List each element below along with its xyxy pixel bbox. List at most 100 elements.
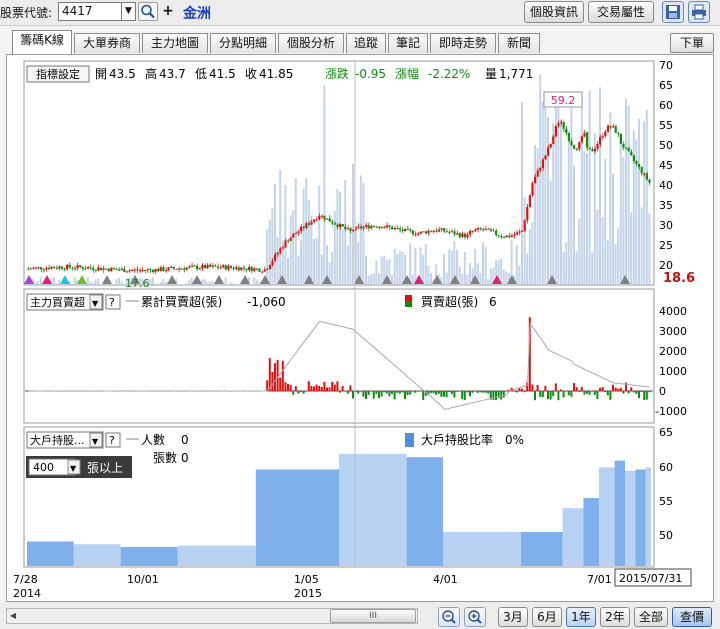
main-force-bar	[591, 391, 594, 392]
print-button[interactable]	[688, 1, 710, 23]
candle-body	[284, 240, 287, 248]
volume-bar	[71, 283, 74, 285]
candle-body	[482, 229, 485, 231]
tab-chip-kline[interactable]: 籌碼K線	[12, 30, 72, 54]
volume-bar	[151, 277, 154, 285]
main-force-bar	[632, 391, 635, 393]
candle-body	[289, 237, 292, 241]
volume-bar	[118, 277, 120, 285]
event-marker-icon	[214, 275, 224, 284]
candle-body	[567, 133, 570, 142]
main-force-bar	[645, 391, 648, 400]
range-2y-button[interactable]: 2年	[600, 607, 630, 627]
zoom-out-button[interactable]	[438, 607, 460, 627]
close-label: 收	[245, 67, 257, 81]
stock-name: 金洲	[183, 6, 211, 22]
stock-info-button[interactable]: 個股資訊	[524, 1, 584, 23]
candle-body	[560, 122, 563, 124]
volume-bar	[94, 279, 97, 285]
tab-big-brokers[interactable]: 大單券商	[74, 33, 140, 53]
tab-main-force-map[interactable]: 主力地圖	[142, 33, 208, 53]
volume-bar	[409, 243, 412, 285]
tab-realtime[interactable]: 即時走勢	[430, 33, 496, 53]
people-value: 0	[181, 433, 189, 447]
main-force-bar	[588, 391, 591, 395]
query-price-button[interactable]: 查價	[672, 607, 712, 627]
range-all-button[interactable]: 全部	[634, 607, 668, 627]
volume-bar	[55, 283, 58, 285]
candle-body	[635, 160, 638, 164]
volume-bar	[375, 260, 378, 285]
candle-body	[393, 228, 396, 230]
candle-body	[336, 224, 339, 228]
save-button[interactable]	[662, 1, 684, 23]
tab-tracking[interactable]: 追蹤	[346, 33, 386, 53]
trade-attribute-button[interactable]: 交易屬性	[588, 1, 654, 23]
close-value: 41.85	[259, 67, 293, 81]
volume-bar	[253, 277, 256, 285]
sheets-value: 0	[181, 451, 189, 465]
main-force-bar	[627, 391, 630, 394]
main-force-bar	[580, 386, 583, 391]
add-stock-button[interactable]: +	[160, 2, 176, 21]
tab-stock-analysis[interactable]: 個股分析	[278, 33, 344, 53]
main-force-bar	[344, 391, 347, 392]
main-force-bar	[313, 386, 315, 391]
candle-body	[235, 267, 238, 269]
search-button[interactable]	[138, 2, 158, 21]
main-force-bar	[523, 391, 526, 393]
printer-icon	[692, 4, 706, 20]
volume-bar	[339, 191, 341, 285]
main-force-bar	[372, 391, 375, 399]
main-force-axis: 4000 3000 2000 1000 0 -1000	[655, 305, 687, 418]
main-force-bar	[648, 391, 651, 393]
volume-bar	[414, 247, 417, 285]
zoom-in-button[interactable]	[464, 607, 486, 627]
main-force-bar	[479, 391, 482, 393]
volume-bar	[482, 242, 484, 285]
volume-bar	[331, 251, 334, 285]
candle-body	[508, 235, 511, 238]
stock-code-label: 股票代號:	[0, 6, 53, 20]
holder-ratio-bar	[562, 508, 584, 566]
holder-selector-label: 大戶持股...	[30, 433, 85, 447]
candle-body	[115, 268, 118, 270]
candle-body	[453, 231, 456, 235]
main-force-bar	[266, 380, 269, 391]
main-force-bar	[409, 391, 412, 395]
volume-bar	[318, 185, 321, 285]
volume-bar	[398, 251, 401, 285]
volume-bar	[557, 91, 560, 285]
mf-tick: 4000	[659, 305, 687, 318]
range-6m-button[interactable]: 6月	[532, 607, 562, 627]
main-force-bar	[575, 387, 578, 391]
daily-value: 6	[489, 295, 497, 309]
order-button[interactable]: 下單	[670, 33, 714, 53]
scroll-thumb[interactable]: III	[330, 609, 416, 623]
main-force-bar	[276, 359, 279, 391]
candle-body	[198, 268, 201, 270]
volume-bar	[34, 283, 37, 285]
candle-body	[401, 229, 404, 232]
daily-label: 買賣超(張)	[421, 294, 478, 309]
tab-notes[interactable]: 筆記	[388, 33, 428, 53]
main-force-bar	[333, 384, 336, 391]
chart-canvas[interactable]: 指標設定 開 43.5 高 43.7 低 41.5 收 41.85 漲跌 -0.…	[7, 55, 713, 601]
holder-ratio-bar	[177, 545, 256, 566]
candle-body	[133, 269, 136, 271]
scroll-left-button[interactable]: ◀	[6, 608, 20, 624]
main-force-bar	[440, 391, 443, 397]
tab-news[interactable]: 新聞	[498, 33, 540, 53]
candle-body	[138, 270, 141, 272]
tab-branch-detail[interactable]: 分點明細	[210, 33, 276, 53]
range-1y-button[interactable]: 1年	[566, 607, 596, 627]
range-3m-button[interactable]: 3月	[498, 607, 528, 627]
stock-code-input[interactable]: 4417	[58, 2, 122, 21]
candle-body	[383, 227, 386, 229]
main-force-bar	[378, 391, 380, 399]
chevron-down-icon: ▼	[92, 299, 99, 308]
candle-body	[370, 226, 373, 229]
stock-code-dropdown[interactable]: ▼	[122, 2, 136, 21]
main-force-bar	[471, 391, 474, 393]
candle-body	[619, 133, 622, 144]
